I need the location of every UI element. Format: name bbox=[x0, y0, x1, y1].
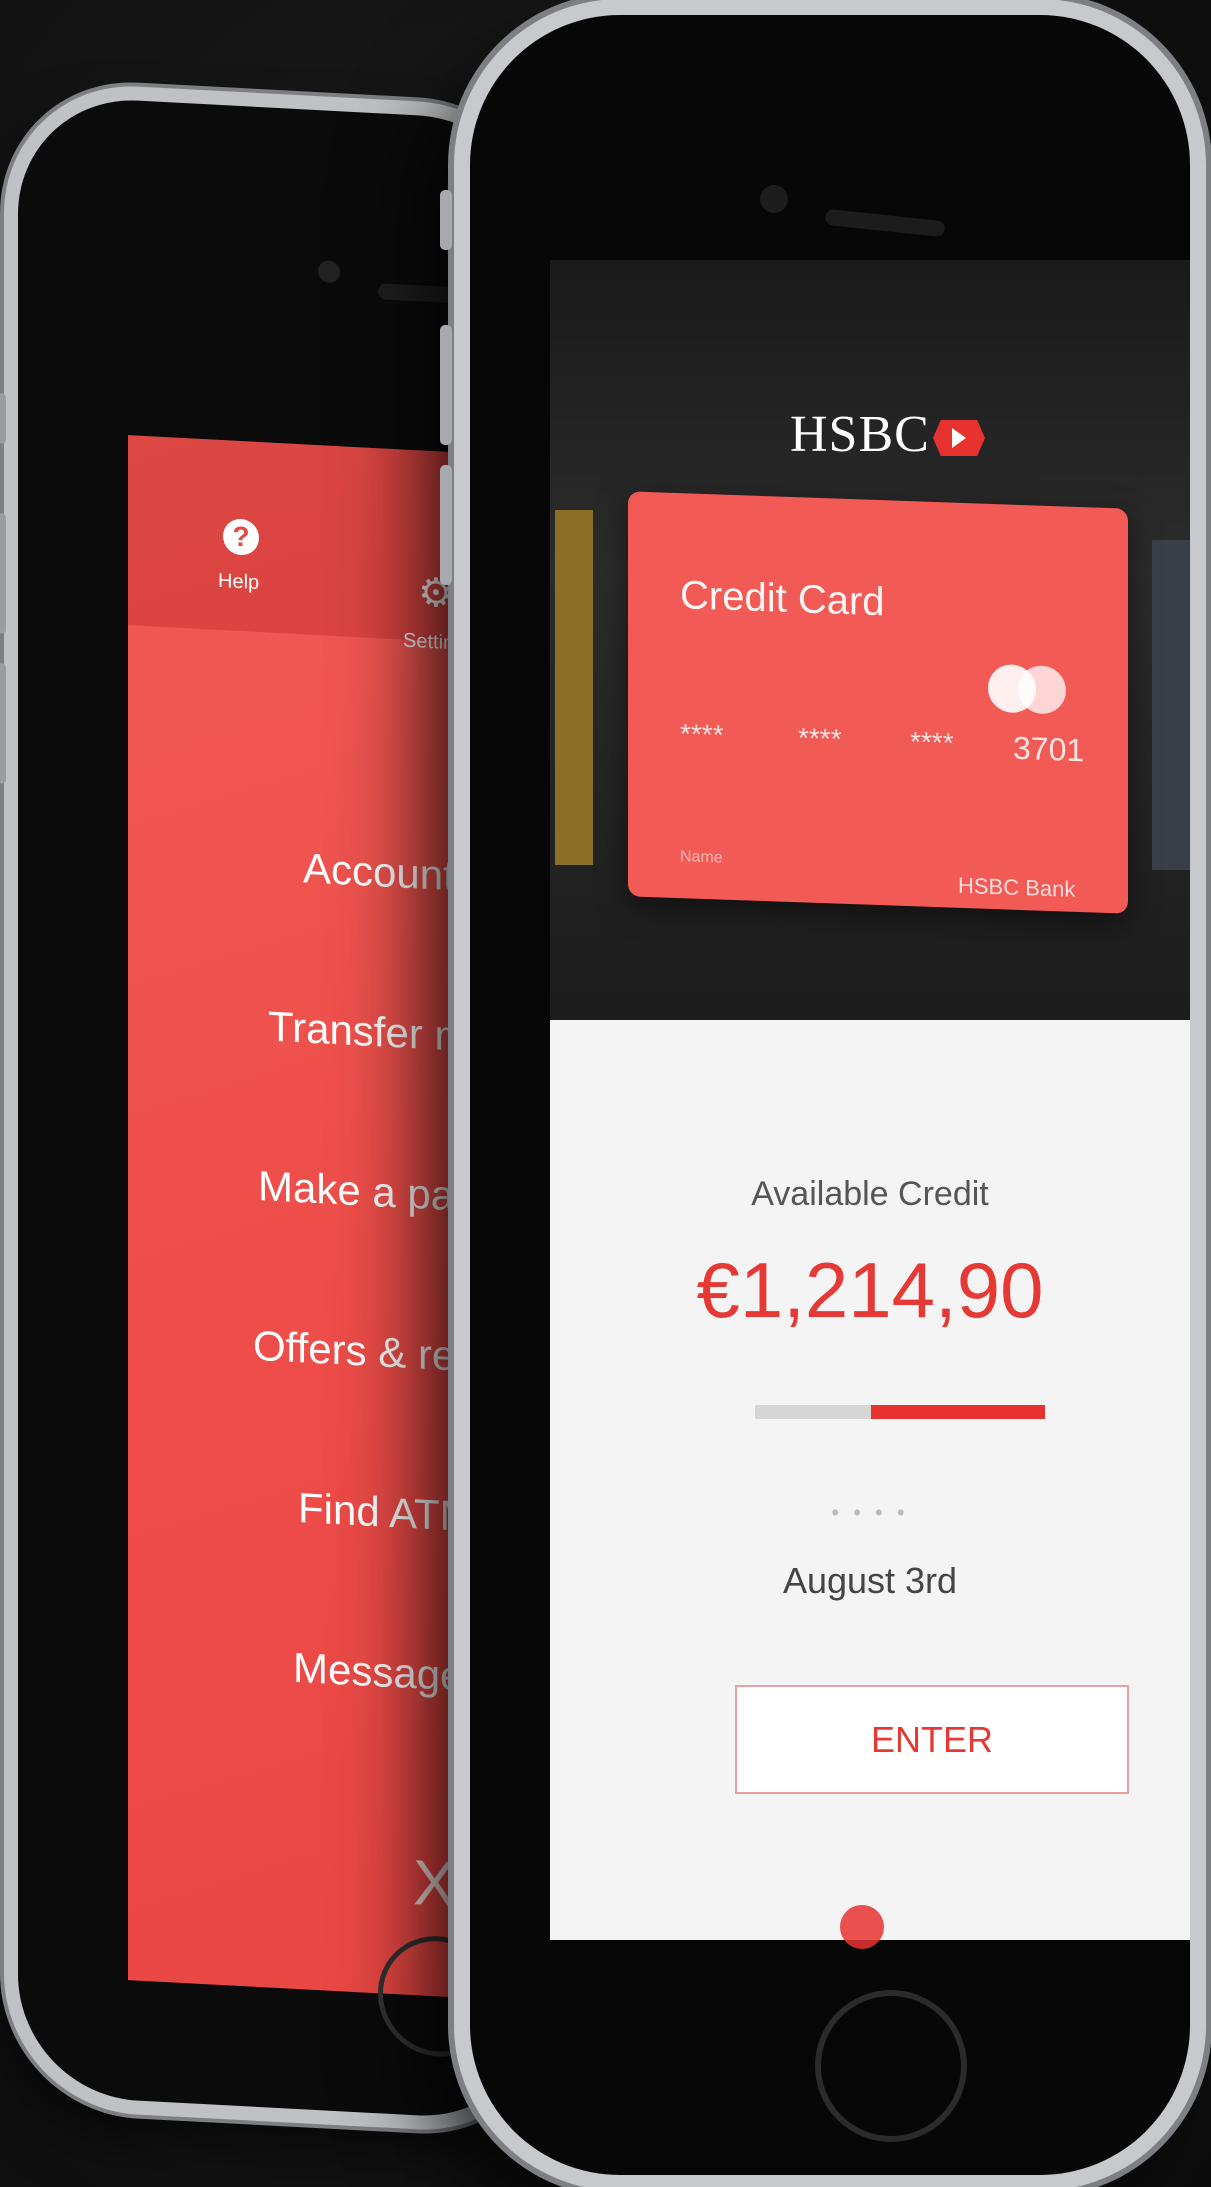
enter-button[interactable]: ENTER bbox=[735, 1685, 1129, 1794]
settings-label: Settings bbox=[403, 629, 476, 656]
mastercard-icon bbox=[988, 663, 1068, 717]
card-number-last4: 3701 bbox=[1013, 729, 1085, 769]
close-icon[interactable]: X bbox=[413, 1845, 456, 1921]
credit-usage-fill bbox=[871, 1405, 1045, 1419]
card-number-group: **** bbox=[680, 718, 724, 751]
card-title: Credit Card bbox=[680, 573, 885, 625]
front-camera bbox=[760, 185, 788, 213]
card-bank-label: HSBC Bank bbox=[958, 872, 1076, 902]
volume-up-button bbox=[0, 513, 6, 634]
volume-down-button bbox=[440, 465, 452, 585]
menu-item-messages[interactable]: Messages bbox=[293, 1644, 484, 1702]
mute-switch bbox=[440, 190, 452, 250]
mute-switch bbox=[0, 393, 6, 444]
help-label: Help bbox=[218, 569, 260, 595]
credit-card[interactable]: Credit Card **** **** **** 3701 Name HSB… bbox=[628, 491, 1128, 914]
home-button[interactable] bbox=[815, 1990, 967, 2142]
volume-down-button bbox=[0, 663, 6, 784]
available-credit-label: Available Credit bbox=[751, 1175, 989, 1213]
menu-item-find-atm[interactable]: Find ATM bbox=[298, 1484, 475, 1541]
volume-up-button bbox=[440, 325, 452, 445]
brand-logo: HSBC bbox=[790, 406, 930, 463]
credit-usage-bar bbox=[755, 1405, 1045, 1419]
back-phone: ? Help ⚙ Settings Accounts Transfer mone… bbox=[0, 94, 548, 2122]
card-holder-label: Name bbox=[680, 848, 723, 867]
card-number-group: **** bbox=[798, 722, 842, 755]
available-credit-amount: €1,214,90 bbox=[696, 1246, 1044, 1334]
menu-item-accounts[interactable]: Accounts bbox=[303, 844, 476, 901]
due-date: August 3rd bbox=[782, 1560, 958, 1601]
front-phone: HSBC Credit Card **** **** **** 3701 Nam… bbox=[440, 15, 1190, 2175]
next-card-peek[interactable] bbox=[1152, 540, 1190, 870]
hsbc-hexagon-icon bbox=[933, 420, 985, 456]
previous-card-peek[interactable] bbox=[555, 510, 593, 865]
front-camera bbox=[318, 260, 340, 284]
credit-details: Available Credit €1,214,90 • • • • Augus… bbox=[550, 1020, 1190, 1949]
page-indicator-dot[interactable] bbox=[840, 1905, 884, 1949]
earpiece bbox=[824, 208, 946, 238]
due-label-dots: • • • • bbox=[831, 1500, 909, 1525]
card-header-area: HSBC Credit Card **** **** **** 3701 Nam… bbox=[550, 260, 1190, 1030]
card-number-group: **** bbox=[910, 726, 954, 759]
help-icon[interactable]: ? bbox=[223, 518, 259, 557]
